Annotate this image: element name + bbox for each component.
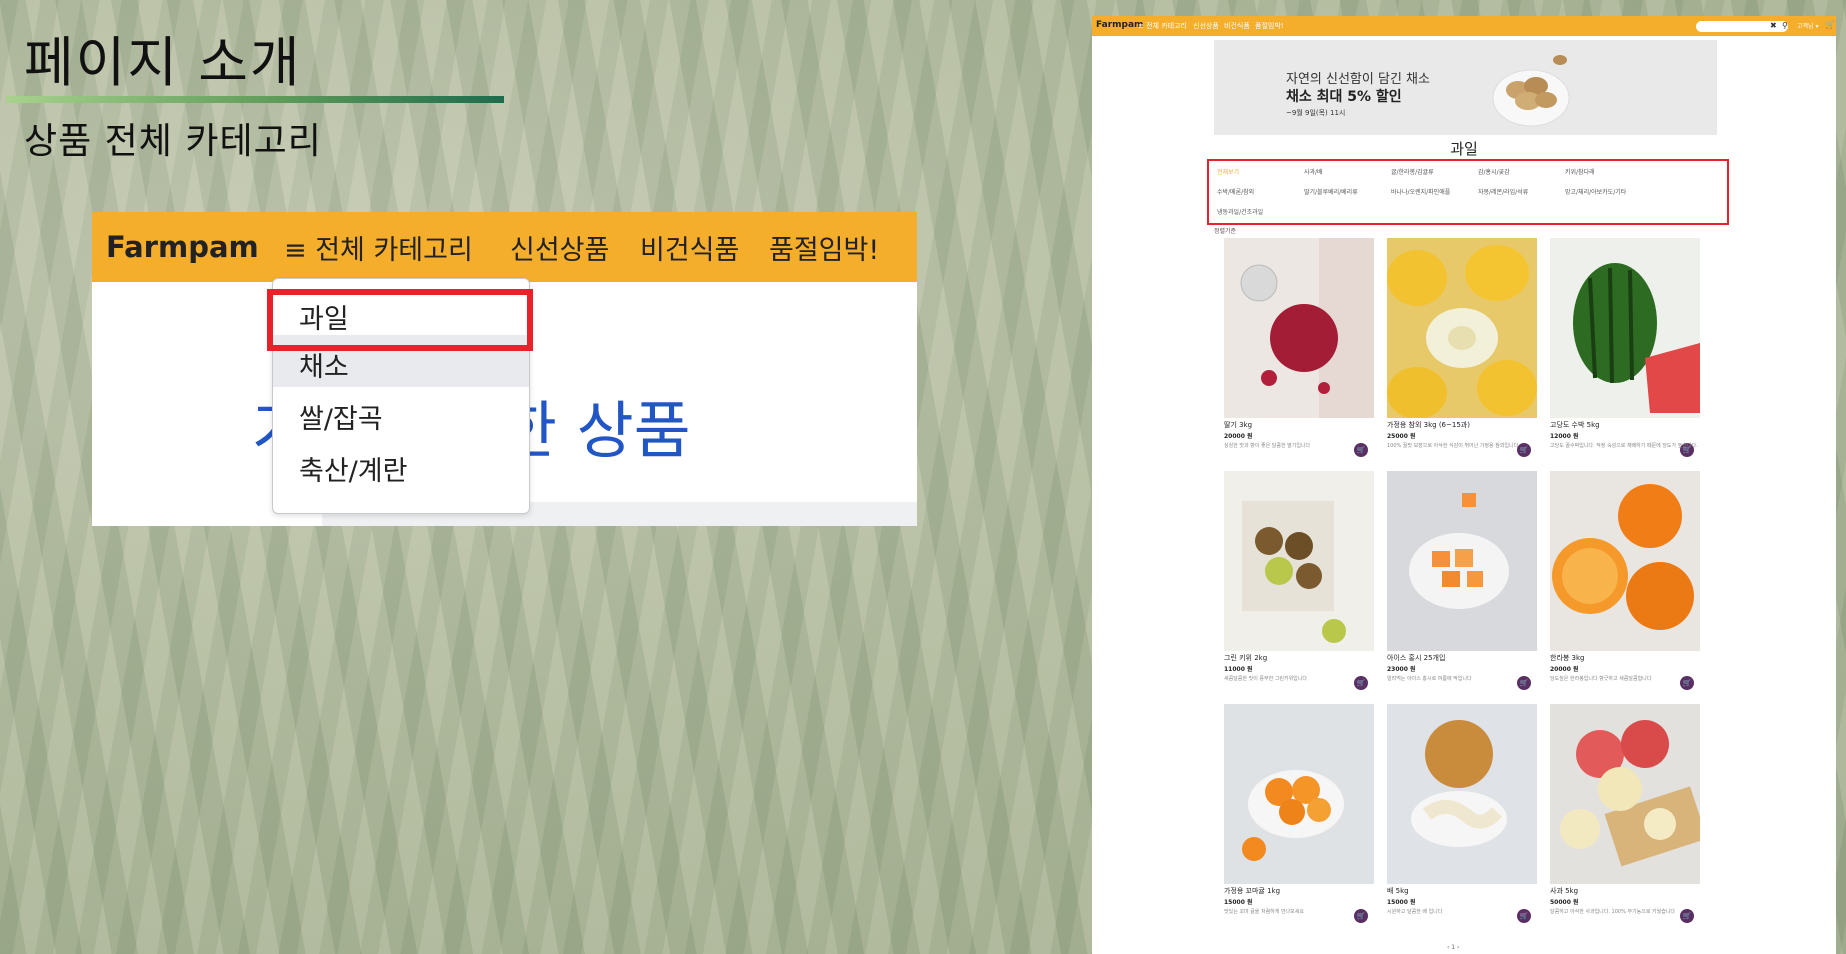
product-desc: 달콤하고 아삭한 사과입니다. 100% 무기농으로 키웠습니다 bbox=[1550, 909, 1676, 915]
product-price: 11000 원 bbox=[1224, 666, 1253, 673]
highlight-box bbox=[267, 289, 533, 351]
pagination[interactable]: ‹ 1 › bbox=[1447, 944, 1459, 951]
zoom-navbar: Farmpam ≡ 전체 카테고리 신선상품 비건식품 품절임박! bbox=[92, 212, 917, 282]
zoom-nav-fresh[interactable]: 신선상품 bbox=[510, 228, 609, 267]
product-price: 20000 원 bbox=[1224, 433, 1253, 440]
subcategory-link[interactable]: 냉동과일/건조과일 bbox=[1217, 207, 1263, 216]
dropdown-item-label: 쌀/잡곡 bbox=[299, 404, 383, 435]
product-card[interactable]: 🛒 한라봉 3kg 20000 원 당도높은 한라봉입니다 향긋하고 새콤달콤합… bbox=[1550, 471, 1700, 696]
subcategory-link[interactable]: 귤/한라봉/감귤류 bbox=[1391, 167, 1434, 176]
dropdown-item-grain[interactable]: 쌀/잡곡 bbox=[273, 387, 529, 439]
zoom-nav-soldout[interactable]: 품절임박! bbox=[769, 228, 879, 267]
product-desc: 당도높은 한라봉입니다 향긋하고 새콤달콤합니다 bbox=[1550, 676, 1652, 682]
cart-icon[interactable]: 🛒 bbox=[1825, 20, 1835, 29]
product-price: 50000 원 bbox=[1550, 899, 1579, 906]
shot-nav-fresh[interactable]: 신선상품 bbox=[1193, 21, 1219, 31]
product-desc: 100% 꿀맛 보장으로 아삭한 식감이 뛰어난 가정용 참외입니다 bbox=[1387, 443, 1519, 449]
dropdown-item-meat[interactable]: 축산/계란 bbox=[273, 439, 529, 491]
sort-label[interactable]: 정렬기준 bbox=[1214, 226, 1236, 235]
product-price: 15000 원 bbox=[1387, 899, 1416, 906]
subcategory-link[interactable]: 사과/배 bbox=[1304, 167, 1323, 176]
product-card[interactable]: 🛒 가정용 참외 3kg (6~15과) 25000 원 100% 꿀맛 보장으… bbox=[1387, 238, 1537, 463]
product-price: 20000 원 bbox=[1550, 666, 1579, 673]
product-image-hallabong bbox=[1550, 471, 1700, 651]
product-name: 한라봉 3kg bbox=[1550, 654, 1585, 662]
subcategory-all[interactable]: 전체보기 bbox=[1217, 167, 1239, 176]
product-card[interactable]: 🛒 딸기 3kg 20000 원 싱싱한 맛과 향이 좋은 달콤한 딸기입니다 bbox=[1224, 238, 1374, 463]
product-name: 가정용 꼬마귤 1kg bbox=[1224, 887, 1281, 895]
subcategory-link[interactable]: 감/홍시/곶감 bbox=[1478, 167, 1510, 176]
subcategory-highlight-box: 전체보기 사과/배 귤/한라봉/감귤류 감/홍시/곶감 키위/참다래 수박/메론… bbox=[1207, 159, 1729, 225]
page-screenshot: Farmpam ≡ 전체 카테고리 신선상품 비건식품 품절임박! ✖ ⚲ 고객… bbox=[1092, 16, 1836, 954]
product-image-strawberry bbox=[1224, 238, 1374, 418]
user-menu[interactable]: 고객님 ▾ bbox=[1797, 21, 1818, 30]
product-image-pear bbox=[1387, 704, 1537, 884]
product-desc: 얼려먹는 아이스 홍시로 여름에 딱입니다 bbox=[1387, 676, 1472, 682]
zoom-brand-logo[interactable]: Farmpam bbox=[106, 230, 259, 264]
banner-line1: 자연의 신선함이 담긴 채소 bbox=[1286, 72, 1430, 87]
product-image-melon bbox=[1387, 238, 1537, 418]
product-name: 가정용 참외 3kg (6~15과) bbox=[1387, 421, 1470, 429]
product-card[interactable]: 🛒 그린 키위 2kg 11000 원 새콤달콤한 맛이 풍부한 그린키위입니다 bbox=[1224, 471, 1374, 696]
product-desc: 새콤달콤한 맛이 풍부한 그린키위입니다 bbox=[1224, 676, 1307, 682]
promo-banner[interactable]: 자연의 신선함이 담긴 채소 채소 최대 5% 할인 ~9월 9일(목) 11시 bbox=[1214, 40, 1717, 135]
product-name: 사과 5kg bbox=[1550, 887, 1579, 895]
slide-title: 페이지 소개 bbox=[24, 31, 302, 94]
product-price: 25000 원 bbox=[1387, 433, 1416, 440]
product-image-kiwi bbox=[1224, 471, 1374, 651]
product-card[interactable]: 🛒 고당도 수박 5kg 12000 원 고당도 꿀수박입니다. 적정 숙성으로… bbox=[1550, 238, 1700, 463]
product-desc: 맛있는 꼬마 귤을 저렴하게 만나보세요 bbox=[1224, 909, 1304, 915]
shot-nav-soldout[interactable]: 품절임박! bbox=[1255, 21, 1284, 31]
zoom-nav-all-categories[interactable]: ≡ 전체 카테고리 bbox=[284, 228, 473, 267]
product-image-tangerine bbox=[1224, 704, 1374, 884]
product-card[interactable]: 🛒 배 5kg 15000 원 시원하고 달콤한 배 입니다 bbox=[1387, 704, 1537, 929]
shot-nav-all-categories[interactable]: ≡ 전체 카테고리 bbox=[1138, 21, 1187, 31]
subcategory-link[interactable]: 자몽/레몬/라임/석류 bbox=[1478, 187, 1528, 196]
shot-navbar: Farmpam ≡ 전체 카테고리 신선상품 비건식품 품절임박! ✖ ⚲ 고객… bbox=[1092, 16, 1836, 36]
title-underline bbox=[6, 96, 504, 103]
product-name: 배 5kg bbox=[1387, 887, 1409, 895]
search-input[interactable]: ✖ ⚲ bbox=[1696, 21, 1788, 32]
product-card[interactable]: 🛒 아이스 홍시 25개입 23000 원 얼려먹는 아이스 홍시로 여름에 딱… bbox=[1387, 471, 1537, 696]
product-card[interactable]: 🛒 사과 5kg 50000 원 달콤하고 아삭한 사과입니다. 100% 무기… bbox=[1550, 704, 1700, 929]
subcategory-link[interactable]: 수박/메론/참외 bbox=[1217, 187, 1254, 196]
clear-icon[interactable]: ✖ bbox=[1770, 21, 1777, 30]
subcategory-link[interactable]: 딸기/블루베리/베리류 bbox=[1304, 187, 1358, 196]
zoom-nav-vegan[interactable]: 비건식품 bbox=[640, 228, 739, 267]
slide-subtitle: 상품 전체 카테고리 bbox=[24, 121, 322, 162]
dropdown-item-label: 축산/계란 bbox=[299, 456, 408, 487]
product-image-watermelon bbox=[1550, 238, 1700, 418]
shot-brand-logo[interactable]: Farmpam bbox=[1096, 20, 1143, 30]
subcategory-link[interactable]: 키위/참다래 bbox=[1565, 167, 1595, 176]
potato-bowl-image bbox=[1492, 55, 1570, 127]
shot-nav-vegan[interactable]: 비건식품 bbox=[1224, 21, 1250, 31]
subcategory-link[interactable]: 망고/체리/아보카도/기타 bbox=[1565, 187, 1626, 196]
product-name: 딸기 3kg bbox=[1224, 421, 1253, 429]
banner-line2: 채소 최대 5% 할인 bbox=[1286, 89, 1402, 105]
product-name: 아이스 홍시 25개입 bbox=[1387, 654, 1446, 662]
search-icon[interactable]: ⚲ bbox=[1782, 21, 1788, 30]
category-title: 과일 bbox=[1450, 140, 1478, 158]
product-name: 그린 키위 2kg bbox=[1224, 654, 1268, 662]
product-card[interactable]: 🛒 가정용 꼬마귤 1kg 15000 원 맛있는 꼬마 귤을 저렴하게 만나보… bbox=[1224, 704, 1374, 929]
banner-line3: ~9월 9일(목) 11시 bbox=[1286, 109, 1346, 117]
product-image-apple bbox=[1550, 704, 1700, 884]
product-name: 고당도 수박 5kg bbox=[1550, 421, 1600, 429]
product-desc: 싱싱한 맛과 향이 좋은 달콤한 딸기입니다 bbox=[1224, 443, 1311, 449]
product-price: 23000 원 bbox=[1387, 666, 1416, 673]
product-image-persimmon bbox=[1387, 471, 1537, 651]
product-desc: 고당도 꿀수박입니다. 적정 숙성으로 재배하기 때문에 당도가 높습니다. bbox=[1550, 443, 1698, 449]
subcategory-link[interactable]: 바나나/오렌지/파인애플 bbox=[1391, 187, 1450, 196]
product-desc: 시원하고 달콤한 배 입니다 bbox=[1387, 909, 1443, 915]
product-price: 12000 원 bbox=[1550, 433, 1579, 440]
product-price: 15000 원 bbox=[1224, 899, 1253, 906]
category-dropdown: 과일 채소 쌀/잡곡 축산/계란 bbox=[267, 278, 533, 514]
